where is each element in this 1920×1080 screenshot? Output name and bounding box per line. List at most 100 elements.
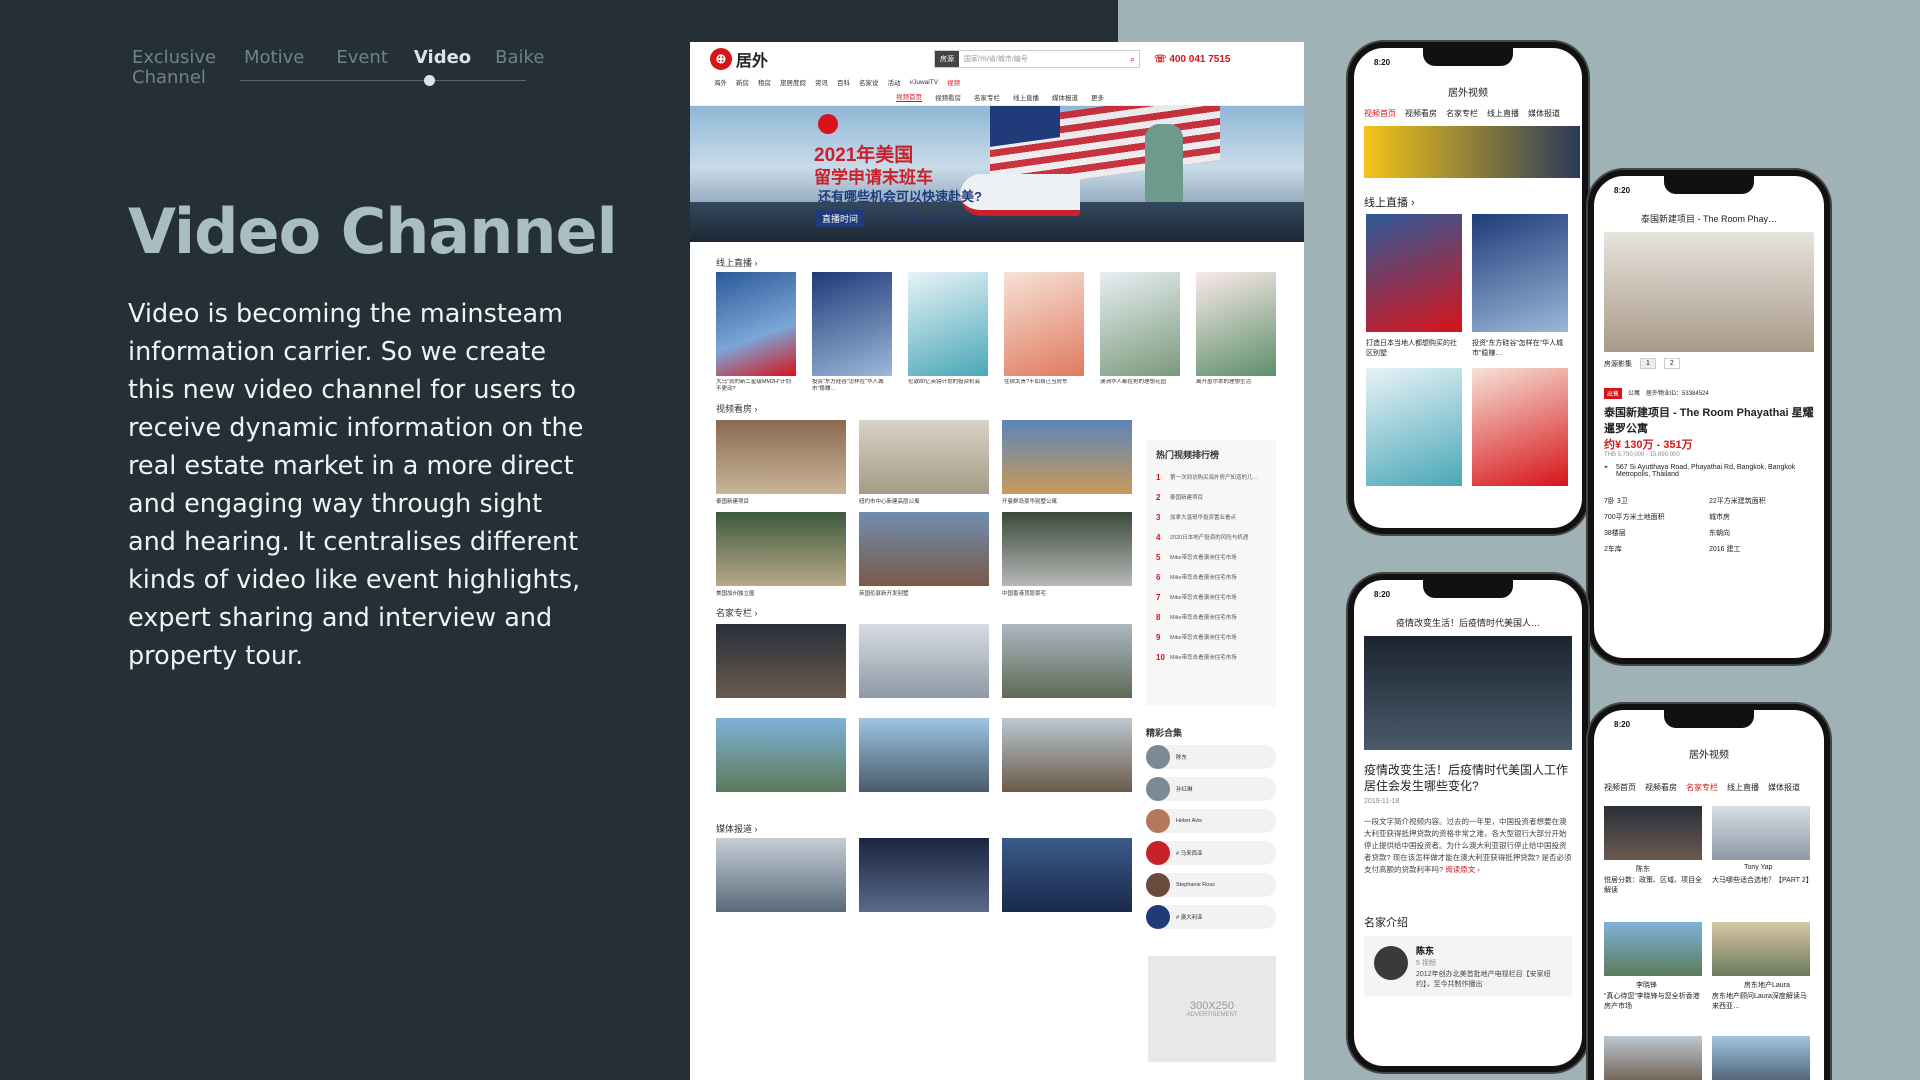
site-tab-media[interactable]: 媒体报道: [1052, 92, 1078, 102]
collection-item[interactable]: Stephanie Ross: [1146, 873, 1276, 897]
ranking-item[interactable]: 9 Mike带您去看澳洲住宅市场: [1156, 627, 1266, 647]
expert-video-card[interactable]: [859, 624, 989, 698]
phone-live-card[interactable]: [1472, 214, 1568, 332]
site-nav-item[interactable]: 旅居度假: [780, 77, 806, 87]
advertisement-slot[interactable]: 300X250 ADVERTISEMENT: [1148, 956, 1276, 1062]
site-tab-live[interactable]: 线上直播: [1013, 92, 1039, 102]
phone-section-title[interactable]: 线上直播 ›: [1364, 194, 1572, 210]
site-nav-item[interactable]: #JuwaiTV: [910, 79, 939, 86]
collection-item[interactable]: 陈东: [1146, 745, 1276, 769]
collection-item[interactable]: # 马来西亚: [1146, 841, 1276, 865]
phone-banner[interactable]: [1364, 126, 1580, 178]
phone-live-card[interactable]: [1472, 368, 1568, 486]
site-tab-experts[interactable]: 名家专栏: [974, 92, 1000, 102]
ranking-item[interactable]: 4 2020日本地产投资的风险与机遇: [1156, 527, 1266, 547]
site-tab-more[interactable]: 更多: [1091, 92, 1104, 102]
site-logo[interactable]: ⊕ 居外: [710, 47, 768, 71]
nav-exclusive-channel[interactable]: Exclusive Channel: [132, 48, 216, 88]
site-phone: ☏ 400 041 7515: [1154, 53, 1231, 65]
ranking-item[interactable]: 5 Mike带您去看澳洲住宅市场: [1156, 547, 1266, 567]
nav-event[interactable]: Event: [336, 48, 388, 88]
search-category[interactable]: 房源: [935, 51, 960, 67]
site-tab-tour[interactable]: 视频看房: [935, 92, 961, 102]
section-media-title[interactable]: 媒体报道 ›: [716, 822, 758, 835]
nav-video[interactable]: Video: [414, 48, 471, 88]
phone-tab[interactable]: 视频看房: [1645, 782, 1677, 793]
house-card[interactable]: 泰国新建项目: [716, 420, 846, 505]
live-card[interactable]: 大马“良的新二星级MM2H”计划不更动?: [716, 272, 796, 393]
expert-video-card[interactable]: [716, 624, 846, 698]
house-card[interactable]: 开曼群岛豪华别墅公寓: [1002, 420, 1132, 505]
media-card[interactable]: [1002, 838, 1132, 912]
collection-item[interactable]: Helen Avis: [1146, 809, 1276, 833]
section-experts-title[interactable]: 名家专栏 ›: [716, 606, 758, 619]
site-nav-item[interactable]: 新房: [736, 77, 749, 87]
expert-video-card[interactable]: [1604, 1036, 1702, 1080]
expert-video-card[interactable]: [1712, 806, 1810, 860]
search-icon[interactable]: ⌕: [1130, 54, 1139, 65]
phone-tab[interactable]: 媒体报道: [1528, 108, 1560, 119]
live-card[interactable]: 住宿太贵?不如自己当房东: [1004, 272, 1084, 393]
media-card[interactable]: [716, 838, 846, 912]
property-video[interactable]: [1604, 232, 1814, 352]
ranking-item[interactable]: 3 加拿大温哥华投资置业看点: [1156, 507, 1266, 527]
hero-banner[interactable]: 2021年美国 留学申请末班车 还有哪些机会可以快速赴美? 直播时间 1月20日…: [690, 106, 1304, 242]
phone-tab[interactable]: 线上直播: [1487, 108, 1519, 119]
collection-item[interactable]: # 澳大利亚: [1146, 905, 1276, 929]
live-card[interactable]: 澳洲华人都在抢的理想花园: [1100, 272, 1180, 393]
phone-tab[interactable]: 视频看房: [1405, 108, 1437, 119]
media-card[interactable]: [859, 838, 989, 912]
phone-tab[interactable]: 名家专栏: [1446, 108, 1478, 119]
expert-video-card[interactable]: [1002, 624, 1132, 698]
section-label: 名家专栏: [716, 608, 753, 618]
ranking-item[interactable]: 6 Mike带您去看澳洲住宅市场: [1156, 567, 1266, 587]
section-tour-title[interactable]: 视频看房 ›: [716, 402, 758, 415]
house-card[interactable]: 美国加州独立屋: [716, 512, 846, 597]
expert-video-card[interactable]: [1604, 922, 1702, 976]
page-button[interactable]: 2: [1663, 358, 1680, 369]
phone-live-card[interactable]: [1366, 368, 1462, 486]
search-input[interactable]: 国家/州/省/城市/编号: [959, 54, 1130, 64]
site-nav-item[interactable]: 百科: [837, 77, 850, 87]
site-search[interactable]: 房源 国家/州/省/城市/编号 ⌕: [934, 50, 1141, 68]
site-nav-item[interactable]: 活动: [888, 77, 901, 87]
ranking-item[interactable]: 8 Mike带您去看澳洲住宅市场: [1156, 607, 1266, 627]
phone-tab[interactable]: 线上直播: [1727, 782, 1759, 793]
read-more-link[interactable]: 阅读原文 ›: [1445, 865, 1480, 874]
expert-card[interactable]: 陈东 5 视频 2012年创办北美首批地产电视栏目【安家纽约】，至今共制作播出: [1364, 936, 1572, 996]
phone-tab[interactable]: 视频首页: [1364, 108, 1396, 119]
phone-tab[interactable]: 名家专栏: [1686, 782, 1718, 793]
phone-tab[interactable]: 媒体报道: [1768, 782, 1800, 793]
site-nav-item[interactable]: 资讯: [815, 77, 828, 87]
ranking-item[interactable]: 10 Mike带您去看澳洲住宅市场: [1156, 647, 1266, 667]
site-nav-item[interactable]: 视频: [947, 77, 960, 87]
ranking-item[interactable]: 1 第一次到访购买海外房产知道的几…: [1156, 467, 1266, 487]
live-card[interactable]: 伦敦80亿英镑计划的投资机会: [908, 272, 988, 393]
section-live-title[interactable]: 线上直播 ›: [716, 256, 758, 269]
live-card[interactable]: 投资“东方硅谷”怎样在“华人城市”稳赚…: [812, 272, 892, 393]
site-tab-home[interactable]: 视频首页: [896, 91, 922, 102]
nav-baike[interactable]: Baike: [495, 48, 544, 88]
page-button[interactable]: 1: [1640, 358, 1656, 369]
nav-motive[interactable]: Motive: [244, 48, 304, 88]
expert-video-card[interactable]: [1604, 806, 1702, 860]
live-caption: 住宿太贵?不如自己当房东: [1004, 379, 1068, 385]
house-card[interactable]: 纽约市中心新建高层公寓: [859, 420, 989, 505]
site-nav-item[interactable]: 租房: [758, 77, 771, 87]
ranking-item[interactable]: 2 泰国新建项目: [1156, 487, 1266, 507]
video-player[interactable]: [1364, 636, 1572, 750]
live-card[interactable]: 离开墨尔本的理想生活: [1196, 272, 1276, 393]
expert-video-card[interactable]: [716, 718, 846, 792]
site-nav-item[interactable]: 名家说: [859, 77, 879, 87]
collection-item[interactable]: 孙红琳: [1146, 777, 1276, 801]
expert-video-card[interactable]: [1002, 718, 1132, 792]
house-card[interactable]: 中国香港顶层豪宅: [1002, 512, 1132, 597]
site-nav-item[interactable]: 海外: [714, 77, 727, 87]
ranking-item[interactable]: 7 Mike带您去看澳洲住宅市场: [1156, 587, 1266, 607]
expert-video-card[interactable]: [859, 718, 989, 792]
expert-video-card[interactable]: [1712, 1036, 1810, 1080]
phone-tab[interactable]: 视频首页: [1604, 782, 1636, 793]
phone-live-card[interactable]: [1366, 214, 1462, 332]
expert-video-card[interactable]: [1712, 922, 1810, 976]
house-card[interactable]: 英国伦敦新开发别墅: [859, 512, 989, 597]
